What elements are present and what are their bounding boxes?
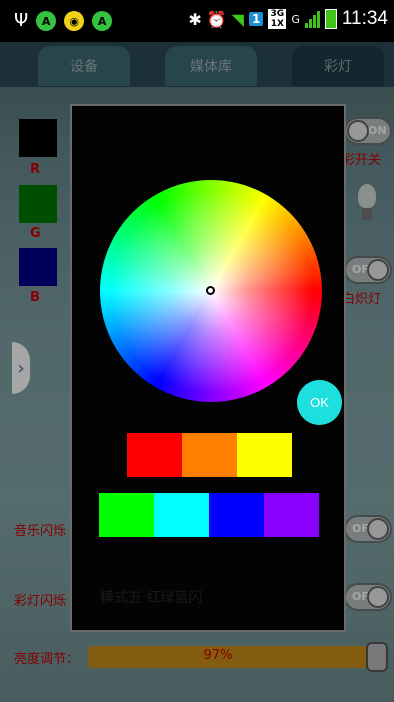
notification-icons: Ψ A ◉ A <box>14 10 113 32</box>
bluetooth-icon: ✱ <box>188 9 202 29</box>
system-icons: ✱ ⏰ ◥ 1 3G 1X G 11:34 <box>188 8 388 30</box>
ok-button[interactable]: OK <box>297 380 342 425</box>
preset-color-row-2 <box>99 493 319 537</box>
preset-color-swatch[interactable] <box>182 433 237 477</box>
android-notification-icon: A <box>92 11 113 31</box>
preset-color-swatch[interactable] <box>209 493 264 537</box>
carrier-letter: G <box>291 12 300 26</box>
battery-icon <box>324 9 337 29</box>
preset-color-swatch[interactable] <box>264 493 319 537</box>
mode-text: 模式五 红绿蓝闪 <box>100 590 203 606</box>
preset-color-swatch[interactable] <box>127 433 182 477</box>
preset-color-swatch[interactable] <box>237 433 292 477</box>
chrome-notification-icon: ◉ <box>64 11 85 31</box>
network-type-badge: 3G 1X <box>268 9 287 29</box>
preset-color-row-1 <box>127 433 292 477</box>
color-wheel-cursor[interactable] <box>206 286 215 295</box>
color-picker-dialog: OK 模式五 红绿蓝闪 <box>70 104 346 632</box>
sim-slot-badge: 1 <box>248 12 264 26</box>
alarm-icon: ⏰ <box>206 9 227 29</box>
usb-icon: Ψ <box>14 10 29 31</box>
status-bar: Ψ A ◉ A ✱ ⏰ ◥ 1 3G 1X G 11:34 <box>0 0 394 42</box>
android-notification-icon: A <box>36 11 57 31</box>
wifi-icon: ◥ <box>231 9 244 29</box>
signal-icon <box>304 10 320 28</box>
preset-color-swatch[interactable] <box>99 493 154 537</box>
preset-color-swatch[interactable] <box>154 493 209 537</box>
clock: 11:34 <box>341 8 388 29</box>
color-wheel[interactable] <box>100 180 322 402</box>
